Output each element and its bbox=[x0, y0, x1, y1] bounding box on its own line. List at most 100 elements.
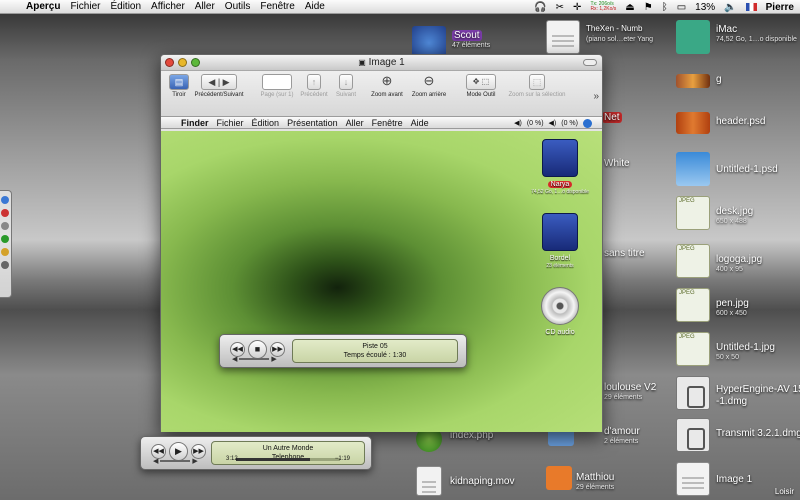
network-monitor[interactable]: Tx: 206o/s Rx: 1,2Ko/s bbox=[590, 2, 616, 12]
image-strip-icon bbox=[676, 74, 710, 88]
desktop-icon[interactable]: pen.jpg 600 x 450 bbox=[676, 288, 800, 338]
desktop-icon[interactable]: kidnaping.mov bbox=[416, 466, 546, 500]
desktop-icon[interactable]: White bbox=[600, 158, 680, 208]
progress-bar[interactable] bbox=[236, 458, 340, 461]
desktop-icon[interactable]: Untitled-1.jpg 50 x 50 bbox=[676, 332, 800, 382]
eject-icon[interactable]: ⏏ bbox=[625, 2, 634, 13]
player-display: Piste 05 Temps écoulé : 1:30 bbox=[292, 339, 458, 363]
toolbar-page-field[interactable]: Page (sur 1) bbox=[257, 74, 297, 98]
image-menu-item: Aide bbox=[410, 117, 429, 128]
crosshair-icon[interactable]: ✛ bbox=[573, 2, 581, 13]
desktop-icon[interactable]: loulouse V2 29 éléments bbox=[600, 382, 680, 432]
desktop-icon[interactable]: logoga.jpg 400 x 95 bbox=[676, 244, 800, 294]
france-flag-icon[interactable] bbox=[745, 3, 757, 11]
dock-app-icon[interactable] bbox=[1, 235, 9, 243]
toolbar-previous-button[interactable]: ↑ Précédent bbox=[297, 74, 331, 98]
image-menu-item: Fenêtre bbox=[371, 117, 403, 128]
volume-icon[interactable]: 🔈 bbox=[724, 2, 736, 13]
volume-percent: (0 %) bbox=[561, 119, 578, 127]
menu-afficher[interactable]: Afficher bbox=[151, 1, 185, 12]
toolbar-zoom-out-button[interactable]: ⊖ Zoom arrière bbox=[409, 73, 449, 99]
firewire-drive-icon bbox=[542, 213, 578, 251]
user-name[interactable]: Pierre bbox=[766, 2, 794, 13]
imac-icon bbox=[676, 20, 710, 54]
document-icon: ▣ bbox=[358, 58, 366, 67]
dock-app-icon[interactable] bbox=[1, 209, 9, 217]
image-menubar: Finder Fichier Édition Présentation Alle… bbox=[161, 117, 602, 129]
volume-icon: ◀) bbox=[548, 120, 557, 127]
bluetooth-icon[interactable]: ᛒ bbox=[662, 2, 668, 13]
zoom-out-icon: ⊖ bbox=[423, 73, 435, 88]
desktop-label-loisir: Loisir bbox=[774, 487, 794, 496]
volume-icon: ◀) bbox=[514, 120, 522, 127]
dmg-icon bbox=[676, 376, 710, 410]
zoom-selection-icon: ⬚ bbox=[529, 74, 545, 90]
volume-narya: Narya 74,52 Go, 1…o disponible bbox=[525, 139, 595, 195]
toolbar-drawer-button[interactable]: ▤ Tiroir bbox=[165, 74, 193, 98]
menu-aller[interactable]: Aller bbox=[195, 1, 215, 12]
toolbar-toggle-button[interactable] bbox=[583, 59, 597, 66]
image-canvas[interactable]: Narya 74,52 Go, 1…o disponible Bordel 23… bbox=[161, 131, 602, 432]
toolbar-overflow-button[interactable]: » bbox=[593, 91, 599, 102]
menu-fenetre[interactable]: Fenêtre bbox=[260, 1, 294, 12]
psd-icon bbox=[676, 152, 710, 186]
mov-icon bbox=[416, 466, 442, 496]
image-menu-item: Fichier bbox=[216, 117, 244, 128]
menu-fichier[interactable]: Fichier bbox=[70, 1, 100, 12]
volume-cd-audio: CD audio bbox=[525, 287, 595, 337]
jpeg-icon bbox=[676, 244, 710, 278]
arrow-up-icon: ↑ bbox=[307, 74, 321, 90]
toolbar-tool-mode-button[interactable]: ✥ ⬚ Mode Outil bbox=[461, 74, 501, 98]
window-title: ▣ Image 1 bbox=[358, 57, 405, 68]
arrow-down-icon: ↓ bbox=[339, 74, 353, 90]
tools-icon[interactable]: ✂ bbox=[556, 2, 564, 13]
page-number-input[interactable] bbox=[262, 74, 292, 90]
volume-slider[interactable]: ◀ ▶ bbox=[153, 457, 198, 465]
dock-trash-icon[interactable] bbox=[1, 261, 9, 269]
toolbar-zoom-in-button[interactable]: ⊕ Zoom avant bbox=[369, 73, 405, 99]
prev-next-icon: ◀ | ▶ bbox=[201, 74, 237, 90]
app-menu[interactable]: Aperçu bbox=[26, 1, 60, 12]
image-menu-finder: Finder bbox=[181, 117, 209, 128]
menu-aide[interactable]: Aide bbox=[305, 1, 325, 12]
desktop-icon[interactable]: sans titre bbox=[600, 248, 680, 298]
desktop-icon[interactable]: Net bbox=[600, 112, 680, 162]
elapsed-time: 3:12 bbox=[226, 456, 238, 462]
volume-bordel: Bordel 23 éléments bbox=[525, 213, 595, 269]
dock-finder-icon[interactable] bbox=[1, 196, 9, 204]
dock bbox=[0, 190, 12, 298]
headphones-icon[interactable]: 🎧 bbox=[534, 2, 546, 13]
cd-player-widget: ◀◀ ■ ▶▶ ◀ ▶ Piste 05 Temps écoulé : 1:30 bbox=[219, 334, 467, 368]
window-titlebar[interactable]: ▣ Image 1 bbox=[161, 55, 602, 71]
desktop-icon[interactable]: Untitled-1.psd bbox=[676, 152, 800, 202]
dmg-icon bbox=[676, 418, 710, 452]
toolbar-prev-next-button[interactable]: ◀ | ▶ Précédent/Suivant bbox=[191, 74, 247, 98]
pdf-icon bbox=[546, 20, 580, 54]
hard-drive-icon bbox=[542, 139, 578, 177]
track-label: Piste 05 bbox=[362, 343, 388, 350]
zoom-in-icon: ⊕ bbox=[381, 73, 393, 88]
tool-mode-icon: ✥ ⬚ bbox=[466, 74, 496, 90]
flag-icon[interactable]: ⚑ bbox=[644, 2, 653, 13]
song-title: Un Autre Monde bbox=[262, 445, 314, 452]
desktop-icon[interactable]: iMac 74,52 Go, 1…o disponible bbox=[676, 20, 800, 70]
dock-app-icon[interactable] bbox=[1, 248, 9, 256]
player-display: Un Autre Monde Telephone 3:12 −1:19 bbox=[211, 441, 365, 465]
dock-app-icon[interactable] bbox=[1, 222, 9, 230]
elapsed-label: Temps écoulé : 1:30 bbox=[343, 352, 407, 359]
toolbar-next-button[interactable]: ↓ Suivant bbox=[331, 74, 361, 98]
image-menu-item: Présentation bbox=[287, 117, 338, 128]
progress-fill bbox=[236, 458, 310, 461]
image-menu-item: Édition bbox=[251, 117, 280, 128]
desktop-icon[interactable]: Transmit 3.2.1.dmg bbox=[676, 418, 800, 468]
toolbar-zoom-selection-button[interactable]: ⬚ Zoom sur la sélection bbox=[505, 74, 569, 98]
menu-outils[interactable]: Outils bbox=[225, 1, 251, 12]
menu-edition[interactable]: Édition bbox=[110, 1, 141, 12]
desktop-icon[interactable]: desk.jpg 650 x 488 bbox=[676, 196, 800, 246]
toolbar: ▤ Tiroir ◀ | ▶ Précédent/Suivant Page (s… bbox=[161, 71, 602, 117]
battery-percent: 13% bbox=[695, 1, 716, 13]
cd-icon bbox=[541, 287, 579, 325]
music-player-widget: ◀◀ ▶ ▶▶ ◀▶ Un Autre Monde Telephone 3:12… bbox=[140, 436, 372, 470]
volume-slider: ◀ ▶ bbox=[232, 356, 277, 363]
battery-icon[interactable]: ▭ bbox=[677, 2, 686, 13]
